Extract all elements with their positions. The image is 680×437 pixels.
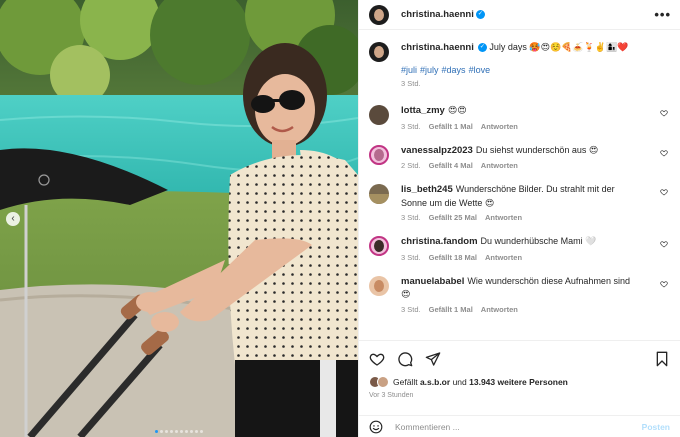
comment-username[interactable]: lotta_zmy [401,105,445,116]
commenter-avatar[interactable] [369,236,389,256]
carousel-indicators [0,430,358,433]
comment-username[interactable]: vanessalpz2023 [401,145,473,156]
paper-plane-icon[interactable] [425,351,441,367]
post-side-panel: christina.haenni ✓ ••• christina.haenni ✓… [358,0,680,437]
heart-icon[interactable] [369,351,385,367]
commenter-avatar[interactable] [369,184,389,204]
comment-time: 3 Std. [401,304,421,314]
post-actions: Gefällt a.s.b.or und 13.943 weitere Pers… [359,340,680,399]
hashtag-link[interactable]: #juli [401,65,417,75]
carousel-dot [190,430,193,433]
carousel-dot [200,430,203,433]
liker-avatars [369,376,389,388]
comment-text: 😍😍 [447,105,467,115]
post-header: christina.haenni ✓ ••• [359,0,680,30]
reply-button[interactable]: Antworten [481,161,518,170]
comment-username[interactable]: lis_beth245 [401,184,453,195]
post-date: Vor 3 Stunden [369,392,414,399]
carousel-dot [170,430,173,433]
comment-item: lis_beth245 Wunderschöne Bilder. Du strah… [369,183,670,222]
comment-likes-link[interactable]: Gefällt 1 Mal [429,122,473,131]
comment-item: vanessalpz2023 Du siehst wunderschön aus … [369,144,670,170]
bookmark-icon[interactable] [654,351,670,367]
likes-conjunction: und [452,377,467,387]
add-comment-bar: Posten [359,415,680,437]
likes-count-link[interactable]: 13.943 weitere Personen [469,377,568,387]
chevron-left-icon: ‹ [11,212,15,224]
heart-outline-icon[interactable] [660,188,668,196]
caption-hashtags: #juli #july #days #love [401,64,628,76]
post-caption: christina.haenni ✓ July days 🥵😍☺️🍕🍝🍹✌️👩‍👦… [369,41,670,88]
caption-username[interactable]: christina.haenni [401,42,474,53]
liker-username[interactable]: a.s.b.or [420,377,450,387]
comment-time: 3 Std. [401,213,421,222]
carousel-dot [160,430,163,433]
heart-outline-icon[interactable] [660,109,668,117]
reply-button[interactable]: Antworten [481,122,518,131]
post-photo[interactable]: ‹ [0,0,358,437]
commenter-avatar[interactable] [369,105,389,125]
comment-time: 3 Std. [401,121,421,131]
carousel-dot [180,430,183,433]
commenter-avatar[interactable] [369,275,389,296]
carousel-dot [165,430,168,433]
comment-input[interactable] [395,421,642,432]
carousel-prev-button[interactable]: ‹ [6,212,20,226]
reply-button[interactable]: Antworten [485,213,522,222]
carousel-dot [175,430,178,433]
comment-item: lotta_zmy 😍😍 3 Std. Gefällt 1 Mal Antworten [369,104,670,131]
verified-badge-icon: ✓ [475,10,485,19]
caption-time: 3 Std. [401,79,421,88]
likes-summary[interactable]: Gefällt a.s.b.or und 13.943 weitere Pers… [369,376,670,388]
comment-likes-link[interactable]: Gefällt 1 Mal [429,305,473,314]
comment-username[interactable]: christina.fandom [401,236,478,247]
comment-time: 3 Std. [401,252,421,262]
reply-button[interactable]: Antworten [481,305,518,314]
caption-text: July days 🥵😍☺️🍕🍝🍹✌️👩‍👦❤️ [489,42,629,52]
caption-avatar[interactable] [369,42,389,62]
reply-button[interactable]: Antworten [485,253,522,262]
heart-outline-icon[interactable] [660,240,668,248]
comment-item: manuelababel Wie wunderschön diese Aufnah… [369,275,670,314]
hashtag-link[interactable]: #july [420,65,439,75]
verified-badge-icon: ✓ [477,43,487,53]
comment-username[interactable]: manuelababel [401,276,464,287]
heart-outline-icon[interactable] [660,149,668,157]
heart-outline-icon[interactable] [660,280,668,288]
comment-item: christina.fandom Du wunderhübsche Mami 🤍 … [369,235,670,262]
hashtag-link[interactable]: #days [442,65,466,75]
emoji-smiley-icon[interactable] [369,420,383,434]
carousel-dot [195,430,198,433]
comment-likes-link[interactable]: Gefällt 25 Mal [429,213,477,222]
post-comment-button[interactable]: Posten [642,422,670,432]
photo-image [0,0,358,437]
author-avatar[interactable] [369,4,389,25]
comment-text: Du wunderhübsche Mami 🤍 [480,236,597,246]
carousel-dot [155,430,158,433]
liker-avatar [377,376,389,388]
comment-bubble-icon[interactable] [397,351,413,367]
more-options-icon[interactable]: ••• [654,8,671,21]
comment-likes-link[interactable]: Gefällt 4 Mal [429,161,473,170]
hashtag-link[interactable]: #love [469,65,491,75]
comment-text: Du siehst wunderschön aus 😍 [475,144,599,155]
commenter-avatar[interactable] [369,144,389,165]
comment-time: 2 Std. [401,161,421,170]
carousel-dot [185,430,188,433]
likes-prefix: Gefällt [393,377,418,387]
comment-likes-link[interactable]: Gefällt 18 Mal [429,253,477,262]
author-username[interactable]: christina.haenni [401,9,474,20]
comments-feed[interactable]: christina.haenni ✓ July days 🥵😍☺️🍕🍝🍹✌️👩‍👦… [359,31,680,339]
